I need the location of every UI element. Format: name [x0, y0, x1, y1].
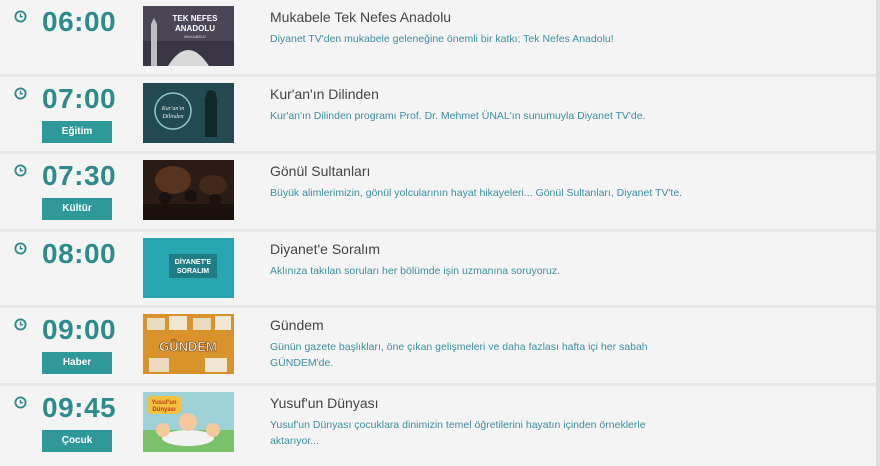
program-time: 08:00	[42, 238, 117, 269]
clock-icon	[14, 10, 27, 23]
program-title[interactable]: Mukabele Tek Nefes Anadolu	[270, 9, 451, 25]
program-description: Kur'an'ın Dilinden programı Prof. Dr. Me…	[270, 110, 646, 122]
program-title[interactable]: Gönül Sultanları	[270, 163, 370, 179]
thumb-caption: Dünyası	[152, 407, 176, 413]
category-badge[interactable]: Kültür	[42, 198, 112, 220]
program-thumbnail[interactable]: DİYANET'E SORALIM	[143, 238, 234, 298]
program-description: Günün gazete başlıkları, öne çıkan geliş…	[270, 341, 648, 369]
program-time: 09:00	[42, 314, 117, 345]
program-description: Büyük alimlerimizin, gönül yolcularının …	[270, 187, 683, 199]
thumb-caption: Dilinden	[162, 114, 184, 120]
thumb-caption: GÜNDEM	[159, 339, 217, 354]
schedule-row[interactable]: 07:00 Eğitim Kur'an'ın Dilinden Kur'an'ı…	[0, 77, 880, 154]
category-badge[interactable]: Haber	[42, 352, 112, 374]
program-thumbnail[interactable]: Kur'an'ın Dilinden	[143, 83, 234, 143]
schedule-row[interactable]: 07:30 Kültür Gönül Sultanları Büyük alim…	[0, 154, 880, 232]
clock-icon	[14, 318, 27, 331]
program-time: 06:00	[42, 6, 117, 37]
thumb-caption: MUKABELE	[184, 34, 206, 39]
program-thumbnail[interactable]: TEK NEFES ANADOLU MUKABELE	[143, 6, 234, 66]
program-description: Yusuf'un Dünyası çocuklara dinimizin tem…	[270, 419, 646, 447]
program-title[interactable]: Diyanet'e Soralım	[270, 241, 380, 257]
schedule-row[interactable]: 09:00 Haber GÜNDEM Gündem Günün gazete b…	[0, 308, 880, 386]
program-time: 07:00	[42, 83, 117, 114]
program-description: Diyanet TV'den mukabele geleneğine öneml…	[270, 33, 614, 45]
category-badge[interactable]: Eğitim	[42, 121, 112, 143]
program-thumbnail[interactable]: Yusuf'un Dünyası	[143, 392, 234, 452]
thumb-caption: Kur'an'ın	[161, 106, 185, 112]
thumb-caption: Yusuf'un	[151, 400, 176, 406]
program-time: 09:45	[42, 392, 117, 423]
program-thumbnail[interactable]	[143, 160, 234, 220]
schedule-row[interactable]: 08:00 DİYANET'E SORALIM Diyanet'e Soralı…	[0, 232, 880, 308]
scrollbar[interactable]	[876, 0, 880, 466]
thumb-caption: ANADOLU	[175, 24, 215, 33]
thumb-caption: DİYANET'E	[175, 258, 212, 266]
program-title[interactable]: Yusuf'un Dünyası	[270, 395, 379, 411]
schedule-list: 06:00 TEK NEFES ANADOLU MUKABELE Mukabel…	[0, 0, 880, 466]
clock-icon	[14, 164, 27, 177]
clock-icon	[14, 87, 27, 100]
program-thumbnail[interactable]: GÜNDEM	[143, 314, 234, 374]
program-description: Aklınıza takılan soruları her bölümde iş…	[270, 265, 561, 277]
program-time: 07:30	[42, 160, 117, 191]
program-title[interactable]: Gündem	[270, 317, 324, 333]
thumb-caption: SORALIM	[177, 268, 209, 275]
clock-icon	[14, 242, 27, 255]
schedule-row[interactable]: 06:00 TEK NEFES ANADOLU MUKABELE Mukabel…	[0, 0, 880, 77]
schedule-row[interactable]: 09:45 Çocuk Yusuf'un Dünyası Yusuf'un Dü…	[0, 386, 880, 466]
category-badge[interactable]: Çocuk	[42, 430, 112, 452]
clock-icon	[14, 396, 27, 409]
thumb-caption: TEK NEFES	[173, 14, 219, 23]
program-title[interactable]: Kur'an'ın Dilinden	[270, 86, 379, 102]
